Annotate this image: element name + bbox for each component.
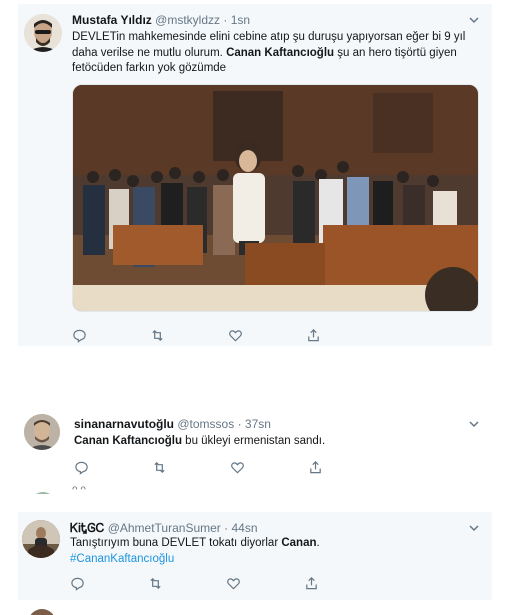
like-button[interactable]: [230, 458, 308, 476]
share-icon: [306, 576, 317, 589]
avatar[interactable]: [24, 14, 62, 52]
tweet[interactable]: sinanarnavutoğlu @tomssos · 37sn Canan K…: [18, 408, 492, 478]
reply-button[interactable]: [74, 458, 152, 476]
separator-dot: ·: [224, 521, 229, 535]
share-icon: [308, 328, 319, 341]
share-button[interactable]: [306, 326, 384, 344]
share-icon: [310, 460, 321, 473]
avatar: [28, 486, 58, 494]
tweet-header: ᏦᎥᎿᎶᏟ @AhmetTuranSumer · 44sn: [70, 520, 258, 536]
share-button[interactable]: [308, 458, 386, 476]
chevron-down-icon[interactable]: [468, 522, 480, 534]
timestamp[interactable]: 44sn: [231, 521, 257, 535]
timestamp[interactable]: 37sn: [245, 417, 271, 431]
text-segment: bu ükleyi ermenistan sandı.: [181, 435, 326, 447]
tweet[interactable]: ᏦᎥᎿᎶᏟ @AhmetTuranSumer · 44sn Tanıştırıy…: [18, 512, 492, 600]
tweet-actions: [70, 574, 382, 592]
separator-dot: ·: [237, 417, 242, 431]
handle[interactable]: @AhmetTuranSumer: [108, 521, 221, 535]
tweet-header: Mustafa Yıldız @mstkyldzz · 1sn: [72, 12, 250, 28]
reply-icon: [75, 461, 88, 475]
timestamp[interactable]: 1sn: [231, 13, 250, 27]
tweet-text: DEVLETin mahkemesinde elini cebine atıp …: [72, 30, 486, 77]
retweet-icon: [154, 461, 165, 473]
chevron-down-icon[interactable]: [468, 14, 480, 26]
reply-icon: [73, 329, 86, 343]
display-name[interactable]: sinanarnavutoğlu: [74, 417, 174, 431]
retweet-icon: [152, 329, 163, 341]
avatar: [26, 606, 58, 615]
heart-icon: [227, 577, 240, 590]
cropped-text: ᴖ ᴖ: [72, 484, 86, 495]
retweet-button[interactable]: [150, 326, 228, 344]
avatar[interactable]: [24, 414, 60, 450]
text-segment: DEVLET: [72, 31, 117, 43]
text-segment: Tanıştırıyım buna DEVLET tokatı diyorlar: [70, 537, 282, 549]
display-name[interactable]: ᏦᎥᎿᎶᏟ: [70, 521, 104, 535]
hashtag-link[interactable]: #CananKaftancıoğlu: [70, 553, 174, 565]
handle[interactable]: @tomssos: [177, 417, 234, 431]
retweet-button[interactable]: [148, 574, 226, 592]
separator-dot: ·: [223, 13, 228, 27]
like-button[interactable]: [226, 574, 304, 592]
retweet-icon: [150, 577, 161, 589]
mention-name: Canan: [281, 537, 317, 549]
heart-icon: [229, 329, 242, 342]
tweet-actions: [74, 458, 386, 476]
handle[interactable]: @mstkyldzz: [155, 13, 220, 27]
tweet-text: Canan Kaftancıoğlu bu ükleyi ermenistan …: [74, 434, 484, 450]
tweet-actions: [72, 326, 384, 344]
share-button[interactable]: [304, 574, 382, 592]
tweet[interactable]: Mustafa Yıldız @mstkyldzz · 1sn DEVLETin…: [18, 4, 492, 346]
reply-button[interactable]: [72, 326, 150, 344]
tweet-text: Tanıştırıyım buna DEVLET tokatı diyorlar…: [70, 536, 480, 567]
display-name[interactable]: Mustafa Yıldız: [72, 13, 152, 27]
avatar[interactable]: [22, 520, 60, 558]
retweet-button[interactable]: [152, 458, 230, 476]
mention-name: Canan Kaftancıoğlu: [74, 435, 182, 447]
like-button[interactable]: [228, 326, 306, 344]
tweet-header: sinanarnavutoğlu @tomssos · 37sn: [74, 416, 271, 432]
text-segment: .: [316, 537, 320, 549]
reply-button[interactable]: [70, 574, 148, 592]
heart-icon: [231, 461, 244, 474]
tweet-photo[interactable]: [72, 84, 479, 312]
chevron-down-icon[interactable]: [468, 418, 480, 430]
mention-name: Canan Kaftancıoğlu: [226, 46, 335, 59]
reply-icon: [71, 577, 84, 591]
